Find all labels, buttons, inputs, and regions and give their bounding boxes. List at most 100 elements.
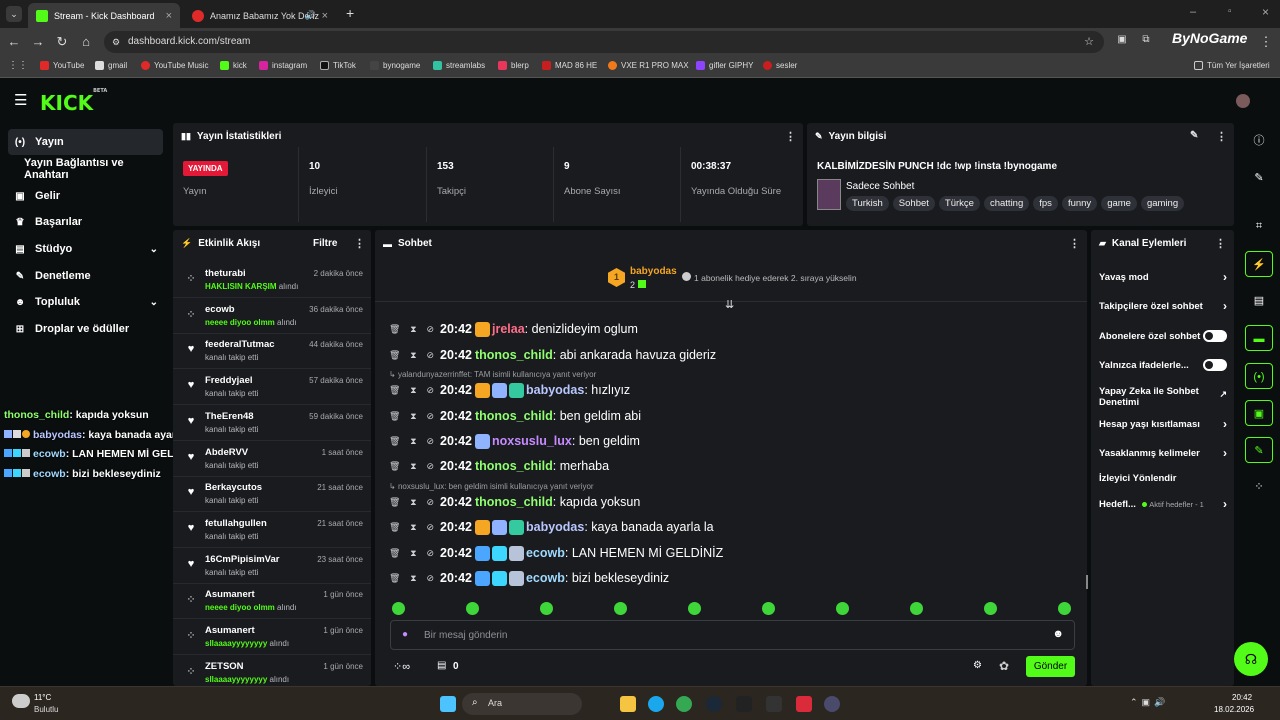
sidebar-item-denetleme[interactable]: ✎ Denetleme (8, 263, 163, 289)
filter-button[interactable]: Filtre (313, 238, 337, 249)
emote-icon[interactable] (1058, 602, 1071, 615)
layout-icon[interactable]: ▣ (1245, 400, 1273, 426)
emote-icon[interactable] (762, 602, 775, 615)
action-emotes-only[interactable]: Yalnızca ifadelerle... (1099, 359, 1227, 371)
bookmark-star-icon[interactable]: ☆ (1084, 31, 1094, 53)
tag[interactable]: chatting (983, 196, 1030, 211)
message-user[interactable]: babyodas (526, 520, 584, 534)
chat-settings-icon[interactable]: ⚙ (973, 660, 982, 671)
lightning-icon[interactable]: ⚡ (1245, 251, 1273, 277)
activity-item[interactable]: ♥ TheEren48 kanalı takip etti 59 dakika önc… (173, 406, 371, 441)
site-info-icon[interactable]: ⚙ (112, 31, 120, 53)
activity-item[interactable]: ♥ 16CmPipisimVar kanalı takip etti 23 saat … (173, 549, 371, 584)
sidebar-item-stream-key[interactable]: Yayın Bağlantısı ve Anahtarı (8, 156, 163, 182)
tab-list-icon[interactable]: ⌄ (6, 6, 22, 22)
sidebar-item-yayin[interactable]: (•) Yayın (8, 129, 163, 155)
sidebar-item-topluluk[interactable]: ☻ Topluluk ⌄ (8, 289, 163, 315)
tag[interactable]: fps (1033, 196, 1058, 211)
activity-item[interactable]: ⁘ Asumanert sllaaaayyyyyyyy alındı 1 gün ön… (173, 620, 371, 655)
bookmark-bynogame[interactable]: bynogame (370, 61, 420, 70)
bookmark-youtube[interactable]: YouTube (40, 61, 84, 70)
action-host[interactable]: İzleyici Yönlendir (1099, 473, 1227, 484)
message-tools[interactable]: 🗑 ⧗ ⊘ (389, 497, 434, 508)
message-user[interactable]: thonos_child (475, 348, 553, 362)
emoji-icon[interactable]: ☻ (1052, 628, 1064, 640)
broadcast-icon[interactable]: (•) (1245, 363, 1273, 389)
epic-games-icon[interactable] (736, 696, 752, 712)
weather-icon[interactable] (12, 694, 30, 708)
bookmark-giphy[interactable]: gifler GIPHY (696, 61, 753, 70)
message-user[interactable]: ecowb (526, 546, 565, 560)
sidebar-item-basarilar[interactable]: ♛ Başarılar (8, 209, 163, 235)
message-tools[interactable]: 🗑 ⧗ ⊘ (389, 324, 434, 335)
message-tools[interactable]: 🗑 ⧗ ⊘ (389, 350, 434, 361)
activity-item[interactable]: ⁘ ecowb neeee diyoo olmm alındı 36 dakika ö… (173, 299, 371, 334)
tab-stream-dashboard[interactable]: Stream - Kick Dashboard × (28, 3, 180, 28)
message-user[interactable]: noxsuslu_lux (492, 434, 572, 448)
microphone-icon[interactable]: ● (402, 629, 408, 640)
message-user[interactable]: ecowb (526, 571, 565, 585)
close-tab-icon[interactable]: × (166, 10, 172, 22)
bookmark-gmail[interactable]: gmail (95, 61, 127, 70)
emote-icon[interactable] (540, 602, 553, 615)
avatar[interactable] (1236, 94, 1250, 108)
profile-button[interactable]: ByNoGame (1172, 30, 1247, 46)
activity-item[interactable]: ♥ fetullahgullen kanalı takip etti 21 saat … (173, 513, 371, 548)
tag[interactable]: Sohbet (892, 196, 935, 211)
chat-message[interactable]: 🗑 ⧗ ⊘ 20:42 thonos_child: ben geldim abi (389, 407, 641, 425)
bookmark-sesler[interactable]: sesler (763, 61, 797, 70)
tab-youtube-music[interactable]: Anamız Babamız Yok Deriz 🔊 × (184, 3, 336, 28)
more-options-icon[interactable]: ⋮ (785, 130, 796, 143)
chat-message[interactable]: 🗑 ⧗ ⊘ 20:42 ecowb: LAN HEMEN Mİ GELDİNİZ (389, 544, 723, 562)
bookmark-kick[interactable]: kick (220, 61, 247, 70)
minimize-icon[interactable]: – (1190, 6, 1196, 18)
tag[interactable]: game (1101, 196, 1137, 211)
message-tools[interactable]: 🗑 ⧗ ⊘ (389, 461, 434, 472)
all-bookmarks-folder[interactable]: Tüm Yer İşaretleri (1194, 61, 1270, 70)
action-slow-mode[interactable]: Yavaş mod › (1099, 270, 1227, 284)
chat-icon[interactable]: ▬ (1245, 325, 1273, 351)
reload-icon[interactable]: ↻ (54, 34, 70, 50)
activity-item[interactable]: ⁘ ZETSON sllaaaayyyyyyyy alındı 1 gün önce (173, 656, 371, 686)
chat-scrollbar[interactable] (1086, 575, 1088, 589)
back-icon[interactable]: ← (6, 34, 22, 49)
info-icon[interactable]: ⓘ (1245, 128, 1273, 154)
apps-grid-icon[interactable]: ⋮⋮ (8, 60, 28, 71)
bookmark-blerp[interactable]: blerp (498, 61, 529, 70)
message-tools[interactable]: 🗑 ⧗ ⊘ (389, 411, 434, 422)
activity-item[interactable]: ⁘ theturabi HAKLISIN KARŞIM alındı 2 dakika… (173, 263, 371, 298)
message-tools[interactable]: 🗑 ⧗ ⊘ (389, 436, 434, 447)
more-options-icon[interactable]: ⋮ (1216, 130, 1227, 143)
chat-message[interactable]: 🗑 ⧗ ⊘ 20:42 ecowb: bizi bekleseydiniz (389, 569, 669, 587)
message-tools[interactable]: 🗑 ⧗ ⊘ (389, 385, 434, 396)
bookmark-vxe[interactable]: VXE R1 PRO MAX (608, 61, 689, 70)
app-icon[interactable] (824, 696, 840, 712)
chat-message[interactable]: 🗑 ⧗ ⊘ 20:42 noxsuslu_lux: ben geldim (389, 432, 640, 450)
message-user[interactable]: thonos_child (475, 495, 553, 509)
message-user[interactable]: thonos_child (475, 459, 553, 473)
action-account-age[interactable]: Hesap yaşı kısıtlaması › (1099, 417, 1227, 431)
tag[interactable]: Türkçe (938, 196, 980, 211)
points-icon[interactable]: ⁘∞ (393, 660, 410, 673)
category-name[interactable]: Sadece Sohbet (846, 181, 914, 192)
emote-icon[interactable] (688, 602, 701, 615)
chat-input[interactable]: ● Bir mesaj gönderin ☻ (390, 620, 1075, 650)
file-explorer-icon[interactable] (620, 696, 636, 712)
scroll-down-icon[interactable]: ⇊ (725, 298, 734, 311)
pinned-user[interactable]: babyodas (630, 266, 677, 277)
activity-item[interactable]: ♥ feederalTutmac kanalı takip etti 44 dakik… (173, 334, 371, 370)
more-options-icon[interactable]: ⋮ (354, 237, 365, 250)
action-ai-moderation[interactable]: Yapay Zeka ile Sohbet Denetimi ↗ (1099, 386, 1227, 408)
url-field[interactable]: ⚙ dashboard.kick.com/stream ☆ (104, 31, 1104, 53)
bookmark-streamlabs[interactable]: streamlabs (433, 61, 485, 70)
windows-start-icon[interactable] (440, 696, 456, 712)
store-icon[interactable]: ▤ (437, 660, 446, 671)
activity-item[interactable]: ♥ AbdeRVV kanalı takip etti 1 saat önce (173, 442, 371, 477)
message-tools[interactable]: 🗑 ⧗ ⊘ (389, 573, 434, 584)
emote-icon[interactable] (910, 602, 923, 615)
bookmark-youtube-music[interactable]: YouTube Music (141, 61, 209, 70)
edit-icon[interactable]: ✎ (1245, 165, 1273, 191)
emote-icon[interactable] (984, 602, 997, 615)
sidebar-item-droplar[interactable]: ⊞ Droplar ve ödüller (8, 316, 163, 342)
activity-item[interactable]: ⁘ Asumanert neeee diyoo olmm alındı 1 gün ö… (173, 584, 371, 620)
